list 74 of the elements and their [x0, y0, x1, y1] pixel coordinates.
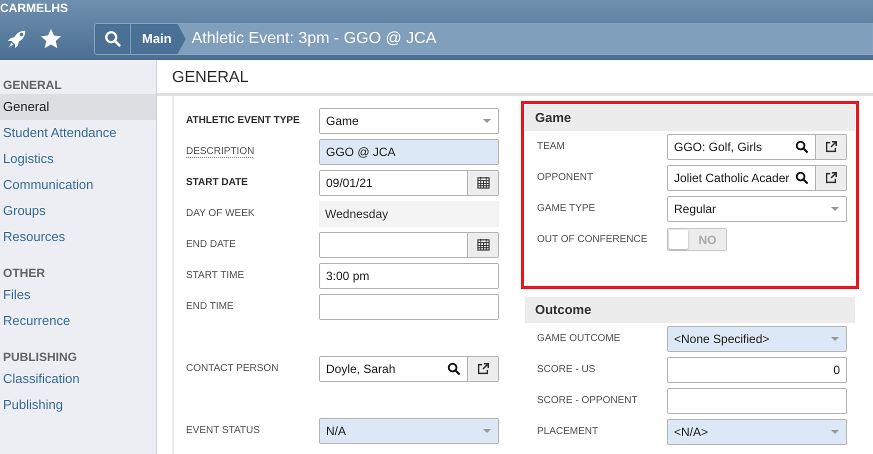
field-label: END DATE: [186, 238, 237, 252]
section-title: GENERAL: [157, 60, 873, 96]
input-field[interactable]: 0: [667, 356, 847, 382]
input-field[interactable]: 3:00 pm: [319, 262, 499, 288]
sidebar-heading: GENERAL: [2, 77, 63, 94]
lookup-field[interactable]: Joliet Catholic Acader: [667, 164, 816, 190]
field-label: PLACEMENT: [537, 425, 600, 439]
field-label: EVENT STATUS: [186, 424, 261, 438]
search-button[interactable]: [95, 24, 131, 54]
input-field[interactable]: [667, 388, 847, 414]
field-label: GAME TYPE: [537, 202, 596, 216]
page-heading: Athletic Event: 3pm - GGO @ JCA: [186, 24, 872, 54]
lookup-field[interactable]: GGO: Golf, Girls: [667, 134, 816, 160]
app-name: CARMELHS: [0, 0, 69, 17]
field-label: ATHLETIC EVENT TYPE: [186, 114, 301, 128]
sidebar-item[interactable]: General: [0, 94, 156, 120]
open-link-button[interactable]: [468, 356, 499, 382]
lookup-field[interactable]: Doyle, Sarah: [319, 356, 468, 382]
search-icon[interactable]: [447, 362, 461, 376]
calendar-button[interactable]: [468, 170, 499, 196]
dropdown-field[interactable]: <None Specified>: [667, 326, 847, 352]
field-label: CONTACT PERSON: [186, 362, 280, 376]
external-link-icon: [824, 140, 838, 154]
sidebar-heading: OTHER: [2, 265, 46, 282]
rocket-icon[interactable]: [6, 28, 28, 50]
dropdown-caret-icon: [830, 336, 840, 342]
sidebar-item[interactable]: Logistics: [0, 146, 156, 172]
external-link-icon: [824, 170, 838, 184]
calendar-button[interactable]: [468, 232, 499, 258]
sidebar-heading: PUBLISHING: [2, 349, 78, 366]
search-icon: [104, 30, 122, 48]
dropdown-caret-icon: [830, 206, 840, 212]
sidebar-item[interactable]: Classification: [0, 366, 156, 392]
sidebar-item[interactable]: Student Attendance: [0, 120, 156, 146]
field-label: START TIME: [186, 269, 246, 283]
dropdown-field[interactable]: Game: [319, 108, 499, 134]
sidebar-item[interactable]: Recurrence: [0, 308, 156, 334]
input-field[interactable]: [319, 294, 499, 320]
readonly-value: Wednesday: [319, 200, 499, 226]
field-label: SCORE - OPPONENT: [537, 394, 639, 408]
dropdown-caret-icon: [482, 118, 492, 124]
field-label: END TIME: [186, 300, 235, 314]
sidebar-item[interactable]: Resources: [0, 224, 156, 250]
sidebar-item[interactable]: Communication: [0, 172, 156, 198]
dropdown-field[interactable]: Regular: [667, 196, 847, 222]
field-label: SCORE - US: [537, 363, 596, 377]
field-label: OUT OF CONFERENCE: [537, 233, 648, 247]
open-link-button[interactable]: [816, 134, 847, 160]
dropdown-caret-icon: [830, 428, 840, 434]
panel-heading: Game: [525, 105, 855, 131]
calendar-icon: [476, 176, 490, 189]
field-label: DAY OF WEEK: [186, 207, 256, 221]
search-icon[interactable]: [795, 170, 809, 184]
external-link-icon: [476, 362, 490, 376]
open-link-button[interactable]: [816, 164, 847, 190]
field-label: GAME OUTCOME: [537, 332, 622, 346]
date-field[interactable]: 09/01/21: [319, 170, 468, 196]
dropdown-field[interactable]: N/A: [319, 418, 499, 444]
input-field[interactable]: GGO @ JCA: [319, 138, 499, 164]
calendar-icon: [476, 238, 490, 251]
field-label: OPPONENT: [537, 171, 594, 185]
dropdown-field[interactable]: <N/A>: [667, 418, 847, 444]
star-icon[interactable]: [40, 28, 62, 50]
sidebar-item[interactable]: Publishing: [0, 392, 156, 418]
field-label: TEAM: [537, 140, 566, 154]
field-label: DESCRIPTION: [186, 145, 256, 159]
field-label: START DATE: [186, 176, 249, 190]
dropdown-caret-icon: [482, 428, 492, 434]
sidebar-item[interactable]: Groups: [0, 198, 156, 224]
breadcrumb-link[interactable]: Main: [131, 24, 186, 54]
sidebar-item[interactable]: Files: [0, 282, 156, 308]
date-field[interactable]: [319, 232, 468, 258]
search-icon[interactable]: [795, 140, 809, 154]
panel-heading: Outcome: [525, 297, 855, 323]
